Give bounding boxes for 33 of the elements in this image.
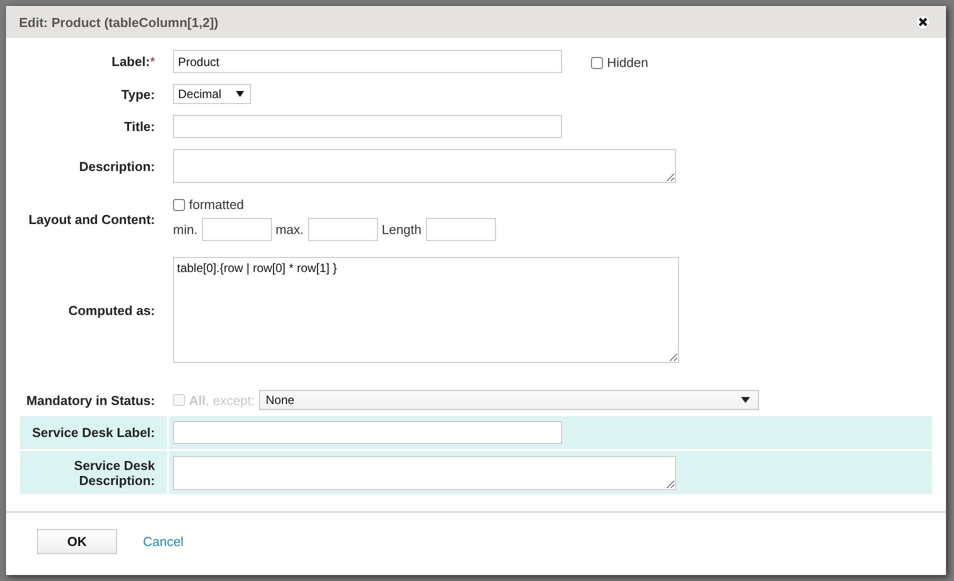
field-label: Service Desk Label: [32, 425, 155, 440]
length-label: Length [382, 222, 422, 237]
field-label: Mandatory in Status: [26, 392, 155, 408]
close-icon[interactable] [917, 16, 929, 28]
title-input[interactable] [173, 115, 562, 138]
field-label: Label:* [112, 54, 155, 69]
length-input[interactable] [426, 218, 496, 241]
field-label: Service Desk Description: [73, 458, 155, 488]
field-label: Title: [124, 119, 155, 134]
service-desk-label-input[interactable] [173, 421, 562, 444]
computed-textarea[interactable]: table[0].{row | row[0] * row[1] } [173, 257, 679, 363]
caret-icon [740, 397, 750, 403]
cancel-link[interactable]: Cancel [143, 534, 184, 548]
caret-icon [236, 91, 244, 97]
max-input[interactable] [308, 218, 378, 241]
min-label: min. [173, 222, 198, 237]
label-input[interactable]: Product [173, 50, 562, 73]
field-label: Type: [121, 86, 155, 102]
service-desk-description-textarea[interactable] [173, 456, 676, 490]
min-input[interactable] [202, 218, 272, 241]
max-label: max. [276, 222, 304, 237]
field-label: Layout and Content: [28, 212, 155, 226]
formatted-checkbox[interactable] [173, 198, 185, 210]
dialog-title: Edit: Product (tableColumn[1,2]) [19, 14, 218, 30]
description-textarea[interactable] [173, 149, 676, 183]
checkbox-label: formatted [189, 197, 244, 212]
type-dropdown[interactable]: Decimal [173, 84, 251, 104]
checkbox-label: Hidden [607, 55, 648, 70]
hidden-checkbox[interactable] [591, 56, 603, 68]
field-label: Computed as: [68, 302, 155, 318]
status-dropdown[interactable]: None [258, 390, 759, 410]
field-label: Description: [79, 158, 155, 174]
ok-button[interactable]: OK [37, 528, 117, 554]
